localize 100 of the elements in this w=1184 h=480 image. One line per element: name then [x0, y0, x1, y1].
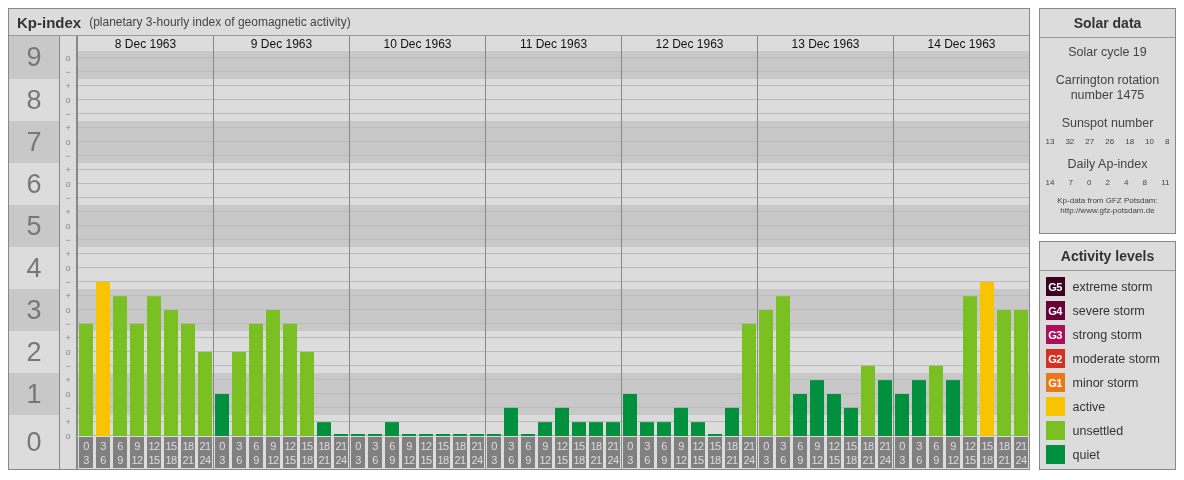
x-tick-label: 6 9 [661, 438, 667, 467]
sunspot-title: Sunspot number [1060, 116, 1155, 131]
minor-tick-label: + [65, 123, 71, 133]
time-range-label: 15 18 [844, 437, 858, 468]
time-range-label: 9 12 [538, 437, 552, 468]
x-tick-label: 0 3 [219, 438, 225, 467]
x-tick-label: 0 3 [627, 438, 633, 467]
y-tick-label: 5 [26, 210, 42, 242]
ap-value: 14 [1045, 178, 1055, 187]
level-label: minor storm [1072, 375, 1139, 390]
minor-tick-label: o [65, 389, 71, 399]
minor-tick-label: + [65, 249, 71, 259]
y-tick-label: 2 [26, 336, 42, 368]
time-range-label: 21 24 [334, 437, 348, 468]
x-tick-label: 0 3 [899, 438, 905, 467]
level-swatch: G5 [1045, 277, 1065, 296]
ap-value: 2 [1105, 178, 1110, 187]
time-range-label: 0 3 [623, 437, 637, 468]
time-range-label: 6 9 [249, 437, 263, 468]
time-range-label: 18 21 [725, 437, 739, 468]
time-range-label: 9 12 [266, 437, 280, 468]
x-tick-label: 6 9 [117, 438, 123, 467]
x-tick-label: 6 9 [389, 438, 395, 467]
ap-value: 7 [1068, 178, 1073, 187]
time-range-label: 21 24 [742, 437, 756, 468]
day-label: 9 Dec 1963 [250, 36, 313, 51]
sunspot-value: 18 [1125, 137, 1135, 146]
time-range-label: 9 12 [810, 437, 824, 468]
time-range-label: 15 18 [572, 437, 586, 468]
x-tick-label: 3 6 [780, 438, 786, 467]
sunspot-value: 10 [1145, 137, 1154, 146]
minor-tick-label: + [65, 165, 71, 175]
x-tick-label: 3 6 [508, 438, 514, 467]
time-range-label: 3 6 [504, 437, 518, 468]
time-range-label: 6 9 [929, 437, 943, 468]
level-label: unsettled [1072, 423, 1124, 438]
minor-tick-label: − [65, 109, 71, 119]
minor-tick-label: o [65, 221, 71, 231]
y-tick-label: 0 [26, 426, 42, 458]
time-range-label: 9 12 [402, 437, 416, 468]
time-range-label: 21 24 [470, 437, 484, 468]
source-text: Kp-data from GFZ Potsdam: [1057, 196, 1158, 206]
time-range-label: 21 24 [1014, 437, 1028, 468]
level-swatch: G3 [1045, 325, 1065, 344]
solar-cycle-text: Solar cycle 19 [1067, 45, 1148, 60]
level-swatch: G4 [1045, 301, 1065, 320]
time-range-label: 15 18 [708, 437, 722, 468]
level-label: active [1072, 399, 1106, 414]
sunspot-value: 13 [1045, 137, 1055, 146]
x-tick-label: 3 6 [916, 438, 922, 467]
time-range-label: 0 3 [487, 437, 501, 468]
time-range-label: 9 12 [674, 437, 688, 468]
x-tick-label: 0 3 [491, 438, 497, 467]
time-range-label: 3 6 [640, 437, 654, 468]
level-label: extreme storm [1072, 279, 1153, 294]
time-range-label: 21 24 [198, 437, 212, 468]
time-range-label: 21 24 [878, 437, 892, 468]
x-tick-label: 6 9 [525, 438, 531, 467]
time-range-label: 15 18 [164, 437, 178, 468]
time-range-label: 6 9 [113, 437, 127, 468]
source-link[interactable]: http://www.gfz-potsdam.de [1057, 206, 1158, 216]
time-range-label: 6 9 [793, 437, 807, 468]
x-tick-label: 3 6 [372, 438, 378, 467]
y-tick-label: 1 [26, 378, 42, 410]
time-range-label: 18 21 [453, 437, 467, 468]
time-range-label: 3 6 [912, 437, 926, 468]
panel-subtitle: (planetary 3-hourly index of geomagnetic activity) [89, 15, 351, 29]
time-range-label: 18 21 [861, 437, 875, 468]
ap-value: 8 [1142, 178, 1148, 187]
minor-tick-label: − [65, 319, 71, 329]
x-tick-label: 0 3 [83, 438, 89, 467]
time-range-label: 18 21 [181, 437, 195, 468]
level-label: moderate storm [1072, 351, 1161, 366]
minor-tick-label: − [65, 193, 71, 203]
y-tick-label: 3 [26, 294, 42, 326]
level-swatch: G2 [1045, 349, 1065, 368]
x-tick-label: 3 6 [644, 438, 650, 467]
time-range-label: 18 21 [317, 437, 331, 468]
sunspot-value: 27 [1085, 137, 1095, 146]
minor-tick-label: o [65, 179, 71, 189]
y-tick-label: 8 [26, 84, 42, 116]
time-range-label: 6 9 [385, 437, 399, 468]
level-swatch: G1 [1045, 373, 1065, 392]
level-label: severe storm [1072, 303, 1145, 318]
ap-value: 4 [1124, 178, 1129, 187]
minor-tick-label: + [65, 291, 71, 301]
day-label: 8 Dec 1963 [114, 36, 177, 51]
minor-tick-label: o [65, 95, 71, 105]
time-range-label: 9 12 [946, 437, 960, 468]
x-tick-label: 6 9 [797, 438, 803, 467]
time-range-label: 3 6 [96, 437, 110, 468]
x-tick-label: 3 6 [100, 438, 106, 467]
minor-tick-label: − [65, 403, 71, 413]
minor-tick-label: o [65, 305, 71, 315]
time-range-label: 21 24 [606, 437, 620, 468]
time-range-label: 0 3 [351, 437, 365, 468]
ap-value: 11 [1161, 178, 1170, 187]
x-tick-label: 6 9 [933, 438, 939, 467]
minor-tick-label: + [65, 81, 71, 91]
minor-tick-label: − [65, 235, 71, 245]
